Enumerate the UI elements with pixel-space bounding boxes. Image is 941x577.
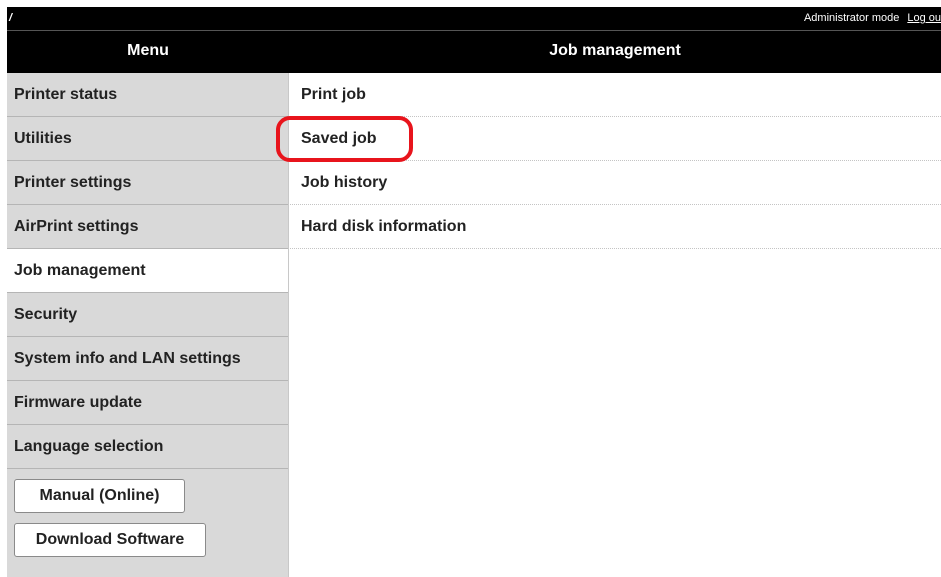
top-bar: / Administrator mode Log ou [7,7,941,30]
logout-link[interactable]: Log ou [907,12,941,24]
sidebar-item-security[interactable]: Security [7,293,288,337]
main-content: Print job Saved job Job history Hard dis… [290,73,941,249]
download-software-button[interactable]: Download Software [14,523,206,557]
sidebar-item-job-management[interactable]: Job management [7,249,288,293]
sidebar-item-airprint-settings[interactable]: AirPrint settings [7,205,288,249]
page-title: Job management [549,42,681,59]
header-bar: Menu Job management [7,30,941,73]
sidebar-item-utilities[interactable]: Utilities [7,117,288,161]
sidebar: Printer status Utilities Printer setting… [7,73,289,577]
menu-item-saved-job[interactable]: Saved job [290,117,941,161]
breadcrumb: / [9,12,13,24]
sidebar-item-printer-settings[interactable]: Printer settings [7,161,288,205]
sidebar-item-system-info-lan[interactable]: System info and LAN settings [7,337,288,381]
menu-title: Menu [127,42,169,59]
menu-item-hard-disk-information[interactable]: Hard disk information [290,205,941,249]
menu-item-print-job[interactable]: Print job [290,73,941,117]
sidebar-item-language-selection[interactable]: Language selection [7,425,288,469]
manual-online-button[interactable]: Manual (Online) [14,479,185,513]
menu-item-job-history[interactable]: Job history [290,161,941,205]
admin-mode-label: Administrator mode [803,12,900,24]
top-bar-right: Administrator mode Log ou [804,12,941,24]
sidebar-item-printer-status[interactable]: Printer status [7,73,288,117]
sidebar-item-firmware-update[interactable]: Firmware update [7,381,288,425]
